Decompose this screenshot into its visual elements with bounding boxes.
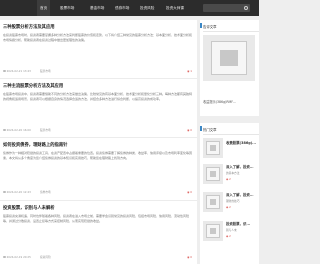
article-date: 2024-02-20 16:00 — [3, 128, 31, 132]
article-title[interactable]: 如何投资债券，理财路上的指南针 — [3, 142, 67, 148]
hot-item-views: ◉ 2 — [226, 235, 231, 238]
article-title[interactable]: 三种主流股票分析方法及其应用 — [3, 83, 63, 89]
hot-item-views: ◉ 2 — [226, 206, 231, 209]
hot-item-title[interactable]: 深入了解，投资... — [226, 193, 254, 198]
search-icon[interactable] — [244, 5, 248, 10]
article-title[interactable]: 投资股票，识别与人未解析 — [3, 205, 55, 211]
thumbnail-icon[interactable] — [203, 192, 223, 212]
article-card[interactable]: 三种主流股票分析方法及其应用 在股票市场投资中，投资者需要借助不同的分析方法来做… — [0, 79, 197, 137]
article-date: 2024-02-21 13:43 — [3, 69, 31, 73]
nav-item-home[interactable]: 首页 — [37, 0, 51, 16]
nav-item-stocks[interactable]: 股票市场 — [60, 0, 74, 16]
hot-item-title[interactable]: 深入了解，投资... — [226, 165, 254, 170]
divider — [203, 31, 259, 32]
hot-item-sub: 别与人未 — [226, 228, 237, 232]
article-card[interactable]: 三种股票分析方法及其应用 在投资股票市场时，投资者需要掌握多种分析方法来判断股票… — [0, 20, 197, 78]
recommend-caption[interactable]: 收益提示(386g)RMF... — [203, 100, 257, 105]
hot-item-sub: 理财的技巧 — [226, 199, 240, 203]
article-excerpt: 在股票市场投资中，投资者需要借助不同的分析方法来做出决策，比较常见的有基本面分析… — [3, 92, 193, 101]
hot-item-sub: 的基本方法 — [226, 171, 240, 175]
article-category[interactable]: 投资风险 — [40, 255, 51, 259]
article-excerpt: 债券作为一种相对稳健的投资工具，在资产配置中占据着重要的位置。投资债券需要了解债… — [3, 151, 193, 160]
search-input[interactable] — [203, 4, 250, 12]
article-category[interactable]: 股票市场 — [40, 69, 51, 73]
article-card[interactable]: 如何投资债券，理财路上的指南针 债券作为一种相对稳健的投资工具，在资产配置中占据… — [0, 138, 197, 200]
nav-item-bonds[interactable]: 债券市场 — [115, 0, 129, 16]
nav-item-risk[interactable]: 投资风险 — [140, 0, 154, 16]
thumbnail-icon[interactable] — [203, 138, 223, 158]
article-category[interactable]: 债券市场 — [40, 190, 51, 194]
clock-icon — [3, 190, 6, 194]
image-placeholder-icon[interactable] — [203, 35, 255, 81]
article-title[interactable]: 三种股票分析方法及其应用 — [3, 24, 55, 30]
widget-title: 告评文章 — [203, 25, 217, 29]
clock-icon — [3, 255, 6, 259]
thumbnail-icon[interactable] — [203, 164, 223, 184]
article-card[interactable]: 投资股票，识别与人未解析 股票投资充满机遇，同时也伴随着各种风险，投资者在进入市… — [0, 201, 197, 264]
nav-item-funds[interactable]: 基金市场 — [90, 0, 104, 16]
view-count: ◉ 0 — [187, 255, 192, 259]
divider — [203, 134, 259, 135]
view-count: ◉ 1 — [187, 69, 192, 73]
widget-title: 热门文章 — [203, 128, 217, 132]
article-category[interactable]: 股票市场 — [40, 128, 51, 132]
widget-accent — [200, 23, 202, 28]
hot-articles-widget: 热门文章 收费股票(386g)... 深入了解，投资... 的基本方法 ◉ 2 … — [200, 123, 259, 264]
article-date: 2024-02-19 20:25 — [3, 255, 31, 259]
view-count: ◉ 0 — [187, 128, 192, 132]
top-navbar: 首页 股票市场 基金市场 债券市场 投资风险 投资大师课 — [0, 0, 259, 16]
recommend-widget: 告评文章 收益提示(386g)RMF... — [200, 20, 259, 116]
widget-accent — [200, 126, 202, 131]
clock-icon — [3, 128, 6, 132]
view-count: ◉ 0 — [187, 190, 192, 194]
thumbnail-icon[interactable] — [203, 221, 223, 241]
nav-item-masterclass[interactable]: 投资大师课 — [166, 0, 184, 16]
hot-item-views: ◉ 2 — [226, 178, 231, 181]
article-list: 三种股票分析方法及其应用 在投资股票市场时，投资者需要掌握多种分析方法来判断股票… — [0, 20, 197, 264]
hot-item-title[interactable]: 收费股票(386g)... — [226, 141, 256, 146]
article-excerpt: 股票投资充满机遇，同时也伴随着各种风险，投资者在进入市场之前，需要学会识别常见的… — [3, 214, 190, 223]
article-date: 2024-02-20 12:43 — [3, 190, 31, 194]
article-excerpt: 在投资股票市场时，投资者需要掌握多种分析方法来判断股票的价值和走势，以下将介绍三… — [3, 33, 193, 42]
clock-icon — [3, 69, 6, 73]
hot-item-title[interactable]: 投资股票，识... — [226, 222, 250, 227]
